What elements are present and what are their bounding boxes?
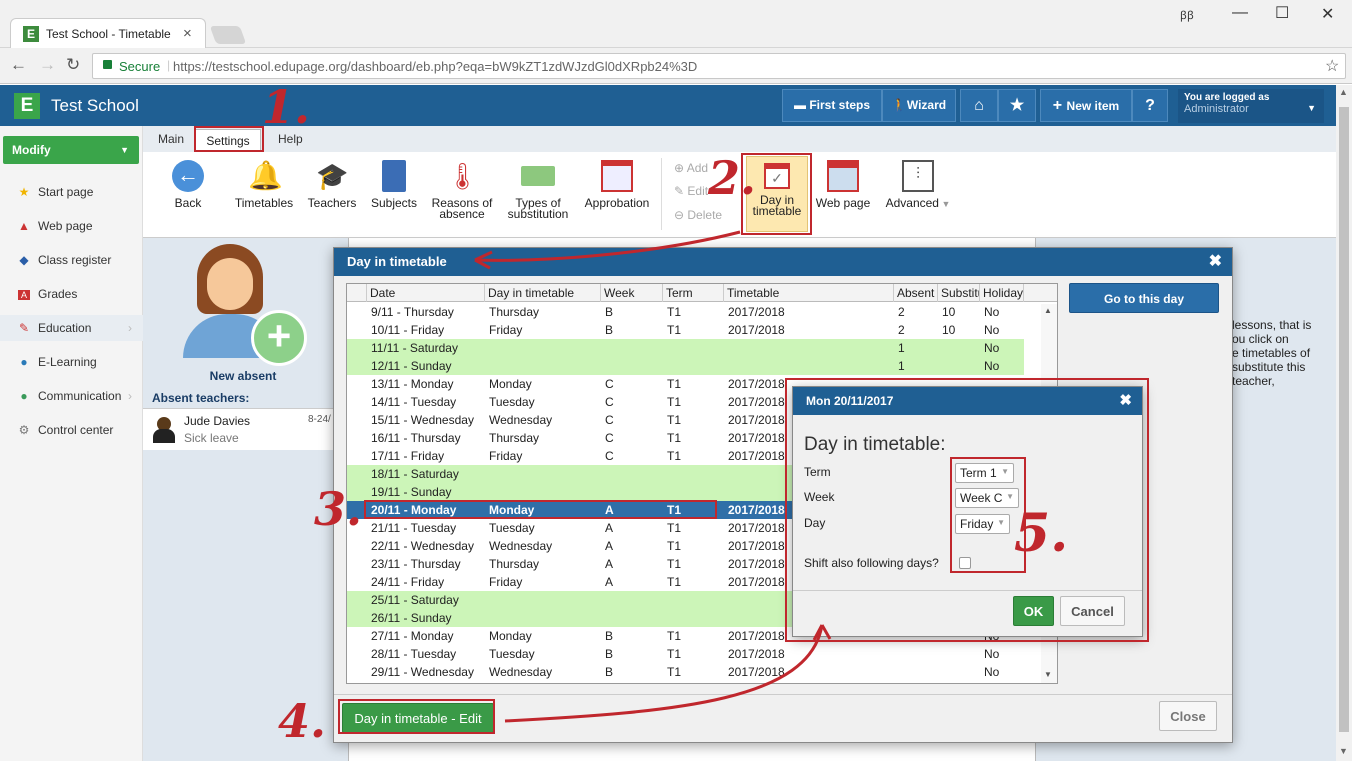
arrow-to-dialog xyxy=(474,230,741,262)
arrowhead xyxy=(812,624,832,641)
annotation-arrows xyxy=(474,230,832,723)
arrow-to-edit-dialog xyxy=(504,624,824,723)
